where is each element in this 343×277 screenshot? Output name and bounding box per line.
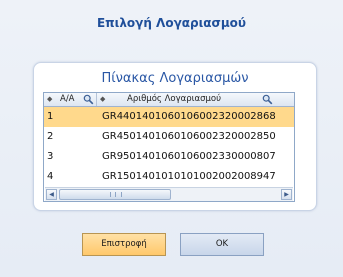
table-title: Πίνακας Λογαριασμών — [101, 71, 249, 86]
accounts-panel: Πίνακας Λογαριασμών ◆ Α/Α ◆ Αριθμός Λογα… — [33, 62, 317, 211]
account-number: GR4501401060106002320002850 — [102, 131, 276, 142]
row-number: 2 — [47, 131, 54, 142]
accounts-grid: ◆ Α/Α ◆ Αριθμός Λογαριασμού 1 GR44014010… — [43, 92, 295, 202]
sort-icon[interactable]: ◆ — [47, 93, 52, 106]
table-row[interactable]: 4 GR1501401010101002002008947 — [44, 167, 294, 187]
table-row[interactable]: 3 GR9501401060106002330000807 — [44, 147, 294, 167]
search-icon[interactable] — [83, 94, 94, 105]
back-button[interactable]: Επιστροφή — [82, 233, 166, 256]
row-number: 3 — [47, 151, 54, 162]
arrow-left-icon[interactable]: ◀ — [46, 189, 57, 200]
sort-icon[interactable]: ◆ — [100, 93, 105, 106]
grid-header: ◆ Α/Α ◆ Αριθμός Λογαριασμού — [44, 93, 294, 107]
table-row[interactable]: 1 GR4401401060106002320002868 — [44, 107, 294, 127]
account-number: GR4401401060106002320002868 — [102, 111, 276, 122]
ok-button[interactable]: OK — [180, 233, 264, 256]
arrow-right-icon[interactable]: ▶ — [281, 189, 292, 200]
search-icon[interactable] — [262, 94, 273, 105]
column-header-aa-label: Α/Α — [60, 94, 75, 104]
account-number: GR1501401010101002002008947 — [102, 171, 276, 182]
grip-icon — [110, 192, 122, 197]
horizontal-scrollbar[interactable]: ◀ ▶ — [45, 187, 293, 201]
column-header-account-label: Αριθμός Λογαριασμού — [127, 94, 222, 104]
dialog-title: Επιλογή Λογαριασμού — [96, 16, 247, 30]
account-number: GR9501401060106002330000807 — [102, 151, 276, 162]
scroll-thumb[interactable] — [59, 189, 171, 200]
row-number: 1 — [47, 111, 54, 122]
row-number: 4 — [47, 171, 54, 182]
column-header-aa[interactable]: ◆ Α/Α — [44, 93, 97, 106]
column-header-account[interactable]: ◆ Αριθμός Λογαριασμού — [97, 93, 294, 106]
table-row[interactable]: 2 GR4501401060106002320002850 — [44, 127, 294, 147]
